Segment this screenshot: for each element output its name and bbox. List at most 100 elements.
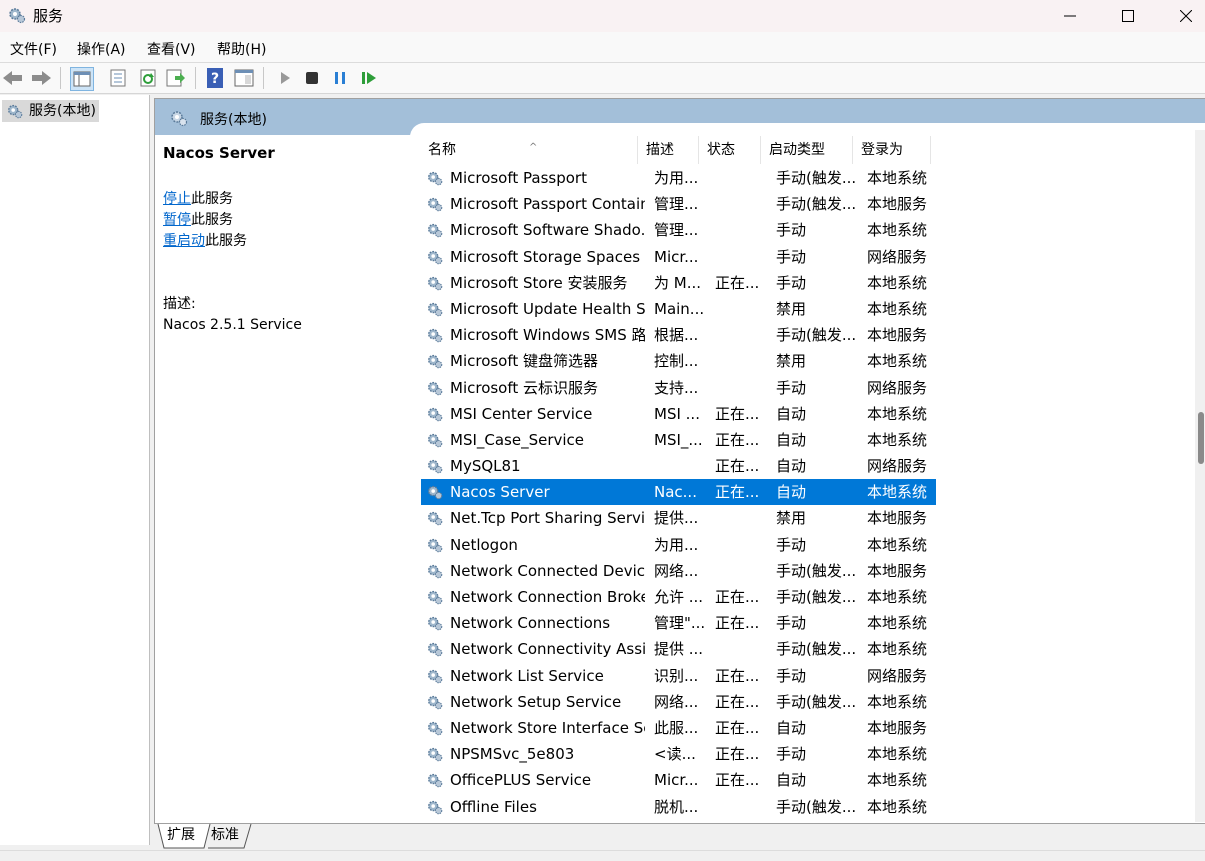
service-logon-as: 本地服务 [867,195,928,214]
pause-service-link[interactable]: 暂停 [163,212,191,228]
service-name: Nacos Server [450,483,550,502]
service-row[interactable]: Netlogon 为用... 手动 本地系统 [421,532,936,558]
service-row[interactable]: MySQL81 正在... 自动 网络服务 [421,453,936,479]
service-row[interactable]: OfficePLUS Service Micr... 正在... 自动 本地系统 [421,767,936,793]
service-row[interactable]: Microsoft Update Health S... Main... 禁用 本地系… [421,296,936,322]
maximize-button[interactable] [1099,0,1157,32]
column-header-description[interactable]: 描述 [639,136,699,164]
service-row[interactable]: Network List Service 识别... 正在... 手动 网络服务 [421,663,936,689]
forward-button[interactable] [30,67,52,89]
tree-node-services-local[interactable]: 服务(本地) [2,100,99,122]
service-row[interactable]: Microsoft Windows SMS 路... 根据... 手动(触发... 本… [421,322,936,348]
service-row[interactable]: NPSMSvc_5e803 <读... 正在... 手动 本地系统 [421,741,936,767]
service-row[interactable]: Network Connectivity Assis... 提供 ... 手动(触发… [421,636,936,662]
service-row[interactable]: Microsoft 键盘筛选器 控制... 禁用 本地系统 [421,348,936,374]
restart-service-link[interactable]: 重启动 [163,233,205,249]
service-description: 管理"... [654,614,706,633]
service-row[interactable]: Network Setup Service 网络... 正在... 手动(触发... 本… [421,689,936,715]
refresh-button[interactable] [137,67,159,89]
action-stop: 停止此服务 [163,189,413,210]
minimize-button[interactable] [1041,0,1099,32]
service-row[interactable]: Nacos Server Nac... 正在... 自动 本地系统 [421,479,936,506]
stop-service-button[interactable] [301,67,323,89]
properties-button[interactable] [107,67,129,89]
service-row[interactable]: Offline Files 脱机... 手动(触发... 本地系统 [421,794,936,820]
start-service-button[interactable] [274,67,296,89]
service-row[interactable]: Microsoft Passport 为用... 手动(触发... 本地系统 [421,165,936,191]
service-description: 网络... [654,561,699,580]
service-gear-icon [428,486,443,500]
service-gear-icon [428,355,443,369]
service-startup-type: 手动(触发... [776,561,857,580]
service-status: 正在... [715,771,760,790]
export-list-button[interactable] [165,67,187,89]
menu-help[interactable]: 帮助(H) [217,39,266,59]
view-pane-button[interactable] [233,67,255,89]
panel-title: 服务(本地) [200,112,267,128]
service-row[interactable]: Microsoft Passport Container 管理... 手动(触发..… [421,191,936,217]
service-description: 根据... [654,326,699,345]
service-startup-type: 手动(触发... [776,797,857,816]
menu-view[interactable]: 查看(V) [147,39,196,59]
service-description: 网络... [654,692,699,711]
help-button[interactable]: ? [204,67,226,89]
panel-header: 服务(本地) [155,99,1205,137]
back-button[interactable] [2,67,24,89]
column-header-logon-as[interactable]: 登录为 [854,136,931,164]
service-status: 正在... [715,614,760,633]
service-row[interactable]: Net.Tcp Port Sharing Service 提供... 禁用 本地服务 [421,505,936,531]
service-row[interactable]: Microsoft Storage Spaces S... Micr... 手动 网络… [421,244,936,270]
service-logon-as: 本地服务 [867,509,928,528]
scrollbar-thumb[interactable] [1198,412,1204,464]
pause-service-button[interactable] [329,67,351,89]
service-gear-icon [428,433,443,448]
vertical-scrollbar[interactable] [1195,130,1205,822]
column-header-status[interactable]: 状态 [700,136,761,164]
services-gear-icon [8,104,23,119]
service-status: 正在... [715,404,760,423]
minimize-icon [1064,15,1076,17]
show-hide-tree-button[interactable] [70,67,94,91]
service-logon-as: 本地服务 [867,561,928,580]
service-logon-as: 本地系统 [867,273,928,292]
service-startup-type: 手动 [776,745,807,764]
service-logon-as: 网络服务 [867,457,928,476]
service-description: Micr... [654,247,699,266]
service-logon-as: 本地系统 [867,299,928,318]
menu-file[interactable]: 文件(F) [10,39,57,59]
close-button[interactable] [1157,0,1205,32]
tab-extended[interactable]: 扩展 [162,823,200,847]
service-row[interactable]: Network Connection Broker 允许 ... 正在... 手动(触… [421,584,936,610]
service-row[interactable]: Microsoft Store 安装服务 为 M... 正在... 手动 本地系统 [421,270,936,296]
service-logon-as: 本地系统 [867,535,928,554]
service-gear-icon [428,695,443,710]
tab-standard[interactable]: 标准 [206,823,244,847]
column-header-startup-type[interactable]: 启动类型 [762,136,853,164]
service-row[interactable]: Microsoft 云标识服务 支持... 手动 网络服务 [421,375,936,401]
service-row[interactable]: MSI Center Service MSI ... 正在... 自动 本地系统 [421,401,936,427]
service-logon-as: 本地系统 [867,745,928,764]
service-row[interactable]: Network Connections 管理"... 正在... 手动 本地系统 [421,610,936,636]
window-title: 服务 [33,7,64,25]
service-gear-icon [428,276,443,291]
service-gear-icon [428,669,443,683]
service-row[interactable]: Network Store Interface Se... 此服... 正在... 自… [421,715,936,741]
service-name: Microsoft Update Health S... [450,299,645,318]
menu-action[interactable]: 操作(A) [77,39,126,59]
service-name: Microsoft Store 安装服务 [450,273,628,292]
service-status: 正在... [715,273,760,292]
column-header-name[interactable]: 名称 ^ [421,136,638,164]
toolbar-separator [195,67,196,89]
stop-service-link[interactable]: 停止 [163,191,191,207]
service-startup-type: 自动 [776,483,807,502]
service-name: Network Connected Devic... [450,561,645,580]
service-logon-as: 本地系统 [867,430,928,449]
service-row[interactable]: Network Connected Devic... 网络... 手动(触发... 本… [421,558,936,584]
action-suffix: 此服务 [205,233,247,249]
service-row[interactable]: Microsoft Software Shado... 管理... 手动 本地系统 [421,217,936,243]
toolbar-separator [263,67,264,89]
service-row[interactable]: MSI_Case_Service MSI_... 正在... 自动 本地系统 [421,427,936,453]
service-logon-as: 网络服务 [867,378,928,397]
service-name: Network Connectivity Assis... [450,640,645,659]
resume-service-button[interactable] [358,67,380,89]
